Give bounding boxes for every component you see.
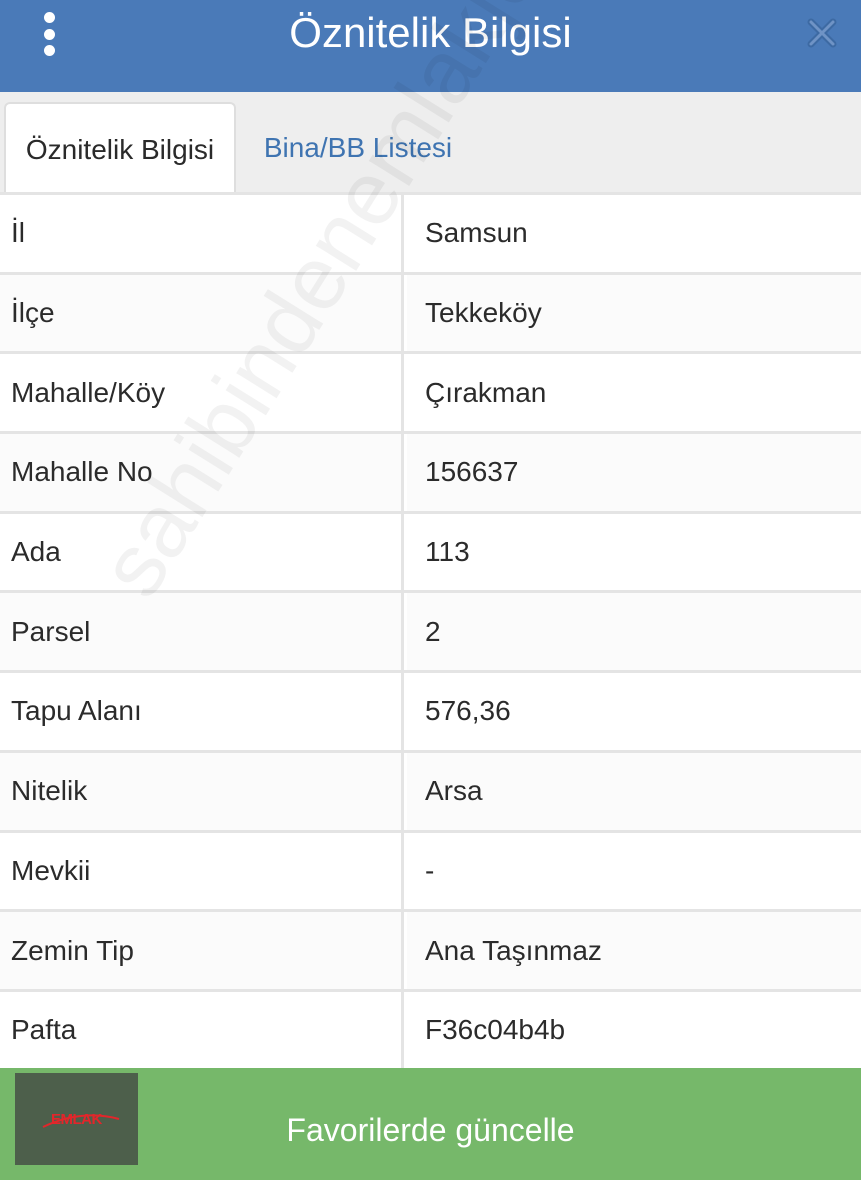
row-key: Ada <box>0 513 404 591</box>
table-row: Tapu Alanı 576,36 <box>0 670 861 750</box>
row-value: Samsun <box>425 217 528 249</box>
header-bar: Öznitelik Bilgisi <box>0 0 861 92</box>
row-key: İl <box>0 195 404 272</box>
table-row: İl Samsun <box>0 192 861 272</box>
row-value: 576,36 <box>425 695 511 727</box>
row-value: Tekkeköy <box>407 274 861 352</box>
table-row: Parsel 2 <box>0 590 861 671</box>
row-key: Nitelik <box>0 752 404 830</box>
table-row: Mahalle/Köy Çırakman <box>0 351 861 432</box>
row-value: 2 <box>407 593 861 671</box>
tab-oznitelik-bilgisi[interactable]: Öznitelik Bilgisi <box>4 102 236 193</box>
row-value: - <box>425 854 435 886</box>
update-favorites-label: Favorilerde güncelle <box>286 1112 575 1148</box>
row-value: F36c04b4b <box>425 1014 566 1046</box>
row-key: Tapu Alanı <box>0 673 404 750</box>
row-key: Pafta <box>0 991 404 1069</box>
table-row: Mevkii - <box>0 829 861 910</box>
row-key: Mevkii <box>0 832 404 910</box>
table-row: Pafta F36c04b4b <box>0 988 861 1069</box>
update-favorites-button[interactable]: EMLAK Favorilerde güncelle <box>0 1068 861 1180</box>
row-key: İlçe <box>0 274 404 352</box>
row-key: Mahalle No <box>0 434 404 511</box>
table-row: İlçe Tekkeköy <box>0 271 861 352</box>
close-icon[interactable] <box>805 16 839 50</box>
row-key: Parsel <box>0 593 404 671</box>
row-value: Arsa <box>407 752 861 830</box>
table-row: Zemin Tip Ana Taşınmaz <box>0 909 861 989</box>
row-value: Ana Taşınmaz <box>407 912 861 989</box>
table-row: Ada 113 <box>0 510 861 591</box>
attribute-table: İl Samsun İlçe Tekkeköy Mahalle/Köy Çıra… <box>0 192 861 1069</box>
row-value: 113 <box>425 536 470 568</box>
table-row: Mahalle No 156637 <box>0 431 861 511</box>
row-key: Zemin Tip <box>0 912 404 989</box>
table-row: Nitelik Arsa <box>0 749 861 830</box>
header-title: Öznitelik Bilgisi <box>289 9 572 56</box>
row-value: Çırakman <box>425 376 547 408</box>
tab-bina-bb-listesi[interactable]: Bina/BB Listesi <box>236 102 480 193</box>
row-value: 156637 <box>407 434 861 511</box>
row-key: Mahalle/Köy <box>0 354 404 432</box>
tab-bar: Öznitelik Bilgisi Bina/BB Listesi <box>0 92 861 193</box>
